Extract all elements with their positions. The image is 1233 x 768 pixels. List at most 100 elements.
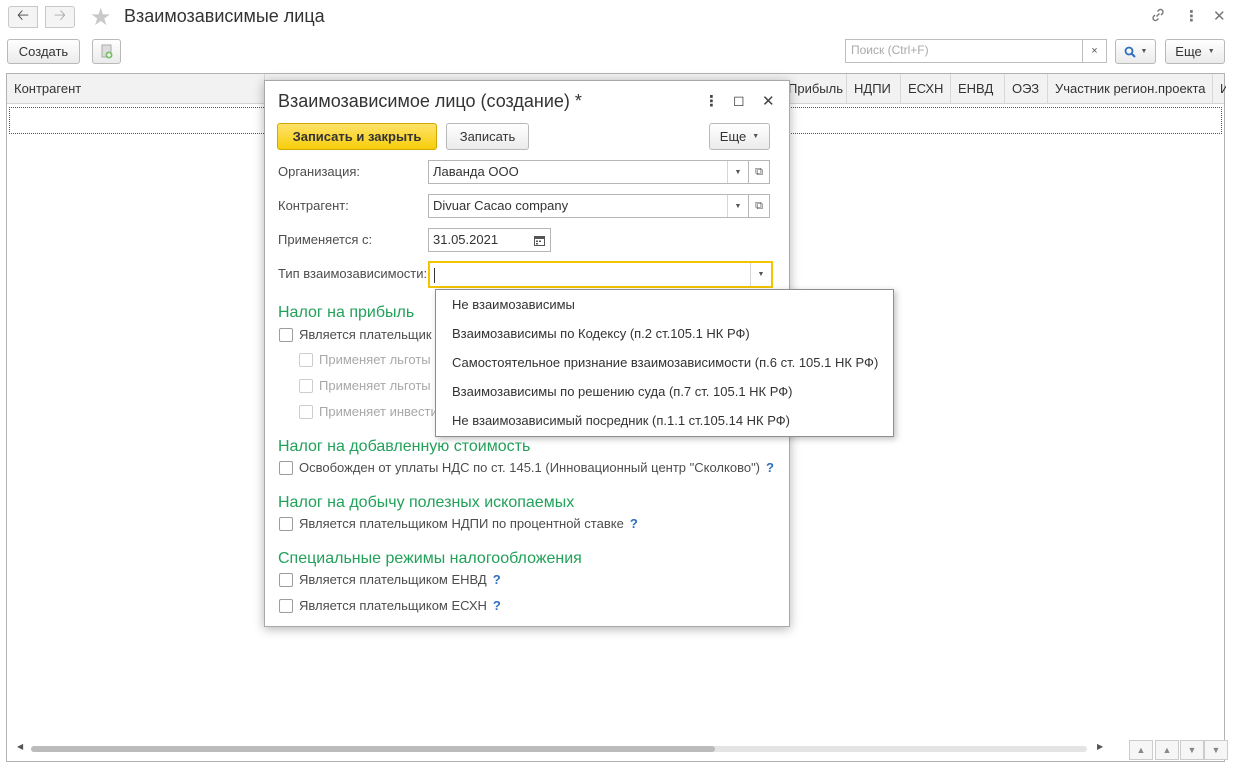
column-header[interactable]: НДПИ (847, 74, 901, 104)
applies-from-date-field[interactable]: 31.05.2021 (428, 228, 551, 252)
chevron-down-icon: ▼ (1140, 48, 1148, 55)
mining-tax-text: Является плательщиком НДПИ по процентной… (299, 516, 624, 531)
close-icon[interactable]: ✕ (1213, 7, 1226, 25)
chevron-down-icon[interactable]: ▼ (727, 195, 748, 217)
page-title: Взаимозависимые лица (124, 6, 325, 26)
eshn-checkbox[interactable] (279, 599, 293, 613)
organization-field[interactable]: Лаванда ООО ▼ (428, 160, 749, 184)
close-icon[interactable]: ✕ (762, 92, 775, 110)
column-header[interactable]: ЕНВД (951, 74, 1005, 104)
help-icon[interactable]: ? (630, 516, 638, 531)
benefit-label-1: Применяет льготы (319, 352, 431, 367)
arrow-right-icon: 🡢 (53, 6, 67, 24)
vat-heading: Налог на добавленную стоимость (278, 438, 531, 455)
envd-checkbox[interactable] (279, 573, 293, 587)
search-input[interactable]: Поиск (Ctrl+F) (845, 39, 1083, 63)
help-icon[interactable]: ? (493, 598, 501, 613)
more-vertical-icon[interactable]: ⋮ (1184, 7, 1199, 25)
envd-label: Является плательщиком ЕНВД? (299, 572, 501, 587)
scroll-left-icon[interactable]: ◀ (17, 742, 23, 751)
scroll-down-icon: ▼ (1187, 745, 1197, 755)
scroll-top-icon: ▲ (1136, 745, 1146, 755)
mining-tax-label: Является плательщиком НДПИ по процентной… (299, 516, 638, 531)
more-label: Еще (1175, 44, 1202, 59)
open-window-icon: ⧉ (755, 199, 763, 212)
open-organization-button[interactable]: ⧉ (748, 160, 770, 184)
copy-button[interactable] (92, 39, 121, 64)
scroll-top-button[interactable]: ▲ (1129, 740, 1153, 760)
counterparty-label: Контрагент: (278, 198, 349, 213)
scroll-right-icon[interactable]: ▶ (1097, 742, 1103, 751)
dropdown-option[interactable]: Взаимозависимы по решению суда (п.7 ст. … (452, 384, 792, 399)
chevron-down-icon[interactable]: ▼ (727, 161, 748, 183)
counterparty-value: Divuar Cacao company (433, 198, 569, 213)
invest-label: Применяет инвести (319, 404, 438, 419)
search-clear-button[interactable]: × (1083, 39, 1107, 63)
chevron-down-icon: ▼ (752, 133, 760, 140)
scroll-up-icon: ▲ (1162, 745, 1172, 755)
help-icon[interactable]: ? (493, 572, 501, 587)
more-button[interactable]: Еще ▼ (1165, 39, 1225, 64)
chevron-down-icon[interactable]: ▼ (750, 263, 771, 286)
benefit-checkbox-2[interactable] (299, 379, 313, 393)
title-bar: 🡠 🡢 ★ Взаимозависимые лица ⋮ ✕ (0, 0, 1233, 34)
link-icon[interactable] (1150, 7, 1166, 27)
search-placeholder: Поиск (Ctrl+F) (851, 43, 929, 57)
vat-exempt-label: Освобожден от уплаты НДС по ст. 145.1 (И… (299, 460, 774, 475)
dropdown-option[interactable]: Не взаимозависимый посредник (п.1.1 ст.1… (452, 413, 790, 428)
dependency-type-dropdown: Не взаимозависимы Взаимозависимы по Коде… (435, 289, 894, 437)
column-header[interactable]: Контрагент (7, 74, 265, 104)
column-header[interactable]: Участник регион.проекта (1048, 74, 1213, 104)
vat-exempt-checkbox[interactable] (279, 461, 293, 475)
save-and-close-button[interactable]: Записать и закрыть (277, 123, 437, 150)
open-window-icon: ⧉ (755, 165, 763, 178)
benefit-label-2: Применяет льготы (319, 378, 431, 393)
help-icon[interactable]: ? (766, 460, 774, 475)
column-header[interactable]: ОЭЗ (1005, 74, 1048, 104)
counterparty-field[interactable]: Divuar Cacao company ▼ (428, 194, 749, 218)
dropdown-option[interactable]: Самостоятельное признание взаимозависимо… (452, 355, 878, 370)
create-button[interactable]: Создать (7, 39, 80, 64)
dependency-type-field[interactable]: ▼ (428, 261, 773, 288)
horizontal-scrollbar[interactable] (31, 746, 1087, 752)
text-cursor (434, 268, 435, 284)
benefit-checkbox-1[interactable] (299, 353, 313, 367)
scrollbar-thumb[interactable] (31, 746, 715, 752)
dropdown-option[interactable]: Взаимозависимы по Кодексу (п.2 ст.105.1 … (452, 326, 750, 341)
dependency-type-label: Тип взаимозависимости: (278, 266, 428, 281)
chevron-down-icon: ▼ (1207, 48, 1215, 55)
mining-tax-checkbox[interactable] (279, 517, 293, 531)
calendar-icon[interactable] (529, 229, 550, 251)
open-counterparty-button[interactable]: ⧉ (748, 194, 770, 218)
scroll-bottom-button[interactable]: ▼ (1204, 740, 1228, 760)
column-header[interactable]: ЕСХН (901, 74, 951, 104)
dropdown-option[interactable]: Не взаимозависимы (452, 297, 575, 312)
forward-button[interactable]: 🡢 (45, 6, 75, 28)
dialog-more-button[interactable]: Еще ▼ (709, 123, 770, 150)
favorite-star-icon[interactable]: ★ (90, 3, 112, 32)
profit-tax-heading: Налог на прибыль (278, 304, 415, 321)
eshn-text: Является плательщиком ЕСХН (299, 598, 487, 613)
eshn-label: Является плательщиком ЕСХН? (299, 598, 501, 613)
scroll-down-button[interactable]: ▼ (1180, 740, 1204, 760)
envd-text: Является плательщиком ЕНВД (299, 572, 487, 587)
scroll-up-button[interactable]: ▲ (1155, 740, 1179, 760)
invest-checkbox[interactable] (299, 405, 313, 419)
mining-tax-heading: Налог на добычу полезных ископаемых (278, 494, 575, 511)
more-vertical-icon[interactable]: ⋮ (704, 92, 719, 110)
save-button[interactable]: Записать (446, 123, 529, 150)
column-header[interactable]: Прибыль (781, 74, 847, 104)
back-button[interactable]: 🡠 (8, 6, 38, 28)
column-header[interactable]: И (1213, 74, 1226, 104)
search-button[interactable]: ▼ (1115, 39, 1156, 64)
more-label: Еще (719, 129, 747, 144)
special-regimes-heading: Специальные режимы налогообложения (278, 550, 582, 567)
applies-from-label: Применяется с: (278, 232, 373, 247)
vat-exempt-text: Освобожден от уплаты НДС по ст. 145.1 (И… (299, 460, 761, 475)
copy-document-icon (101, 44, 112, 58)
arrow-left-icon: 🡠 (16, 6, 30, 24)
scroll-bottom-icon: ▼ (1211, 745, 1221, 755)
maximize-icon[interactable]: ◻ (733, 92, 745, 109)
organization-label: Организация: (278, 164, 361, 179)
profit-tax-payer-checkbox[interactable] (279, 328, 293, 342)
